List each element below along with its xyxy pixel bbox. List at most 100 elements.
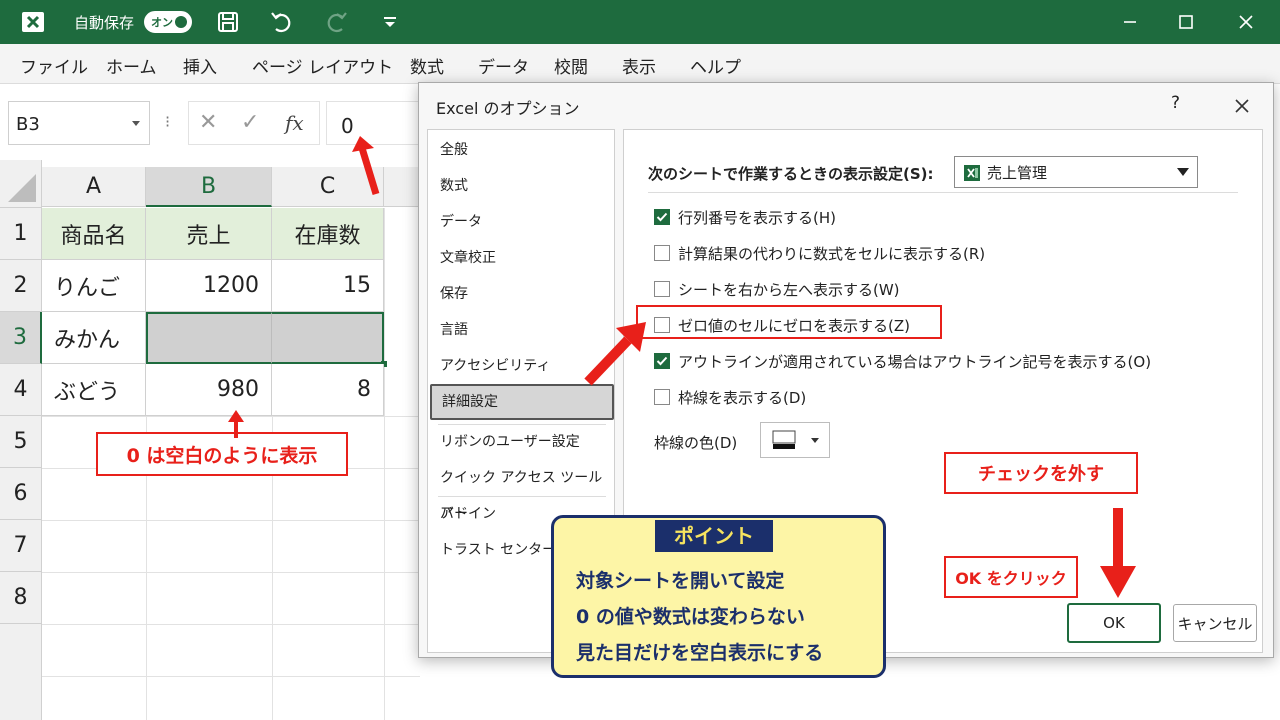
- select-all-corner[interactable]: [0, 160, 42, 208]
- autosave-toggle-label: オン: [151, 16, 173, 29]
- cell-a3[interactable]: みかん: [42, 312, 146, 364]
- point-line-1: 対象シートを開いて設定: [576, 570, 785, 592]
- point-card: ポイント 対象シートを開いて設定 0 の値や数式は変わらない 見た目だけを空白表…: [551, 515, 886, 678]
- select-all-icon: [8, 174, 36, 202]
- chevron-down-icon: [1177, 168, 1189, 176]
- tab-page-layout[interactable]: ページ レイアウト: [252, 53, 393, 78]
- undo-icon[interactable]: [268, 8, 296, 36]
- cell-c2[interactable]: 15: [272, 260, 384, 312]
- cell-b3[interactable]: [146, 312, 272, 364]
- close-icon[interactable]: [1229, 93, 1255, 119]
- cell-c3[interactable]: [272, 312, 384, 364]
- option-label: 行列番号を表示する(H): [678, 208, 836, 227]
- option-right-to-left[interactable]: シートを右から左へ表示する(W): [654, 278, 900, 300]
- gridline-color-picker[interactable]: [760, 422, 830, 458]
- row-header-6[interactable]: 6: [0, 468, 42, 520]
- arrow-up-right-icon: [584, 322, 646, 386]
- formula-buttons: ✕ ✓ fx: [188, 101, 320, 145]
- column-header-a[interactable]: A: [42, 167, 146, 207]
- arrow-down-icon: [1100, 508, 1136, 598]
- checkbox-unchecked-icon[interactable]: [654, 281, 670, 297]
- enter-entry-icon[interactable]: ✓: [241, 110, 259, 135]
- option-label: 枠線を表示する(D): [678, 388, 807, 407]
- category-quick-access-toolbar[interactable]: クイック アクセス ツール バー: [428, 460, 614, 522]
- row-header-blank: [0, 624, 42, 720]
- sheet-display-label: 次のシートで作業するときの表示設定(S):: [648, 165, 934, 183]
- close-window-button[interactable]: [1226, 6, 1266, 38]
- tab-data[interactable]: データ: [478, 53, 529, 78]
- ribbon-tabs: ファイル ホーム 挿入 ページ レイアウト 数式 データ 校閲 表示 ヘルプ: [0, 44, 1280, 84]
- category-data[interactable]: データ: [428, 204, 614, 240]
- cell-c4[interactable]: 8: [272, 364, 384, 416]
- cell-a4[interactable]: ぶどう: [42, 364, 146, 416]
- row-header-1[interactable]: 1: [0, 208, 42, 260]
- annotation-uncheck: チェックを外す: [944, 452, 1138, 494]
- option-show-gridlines[interactable]: 枠線を表示する(D): [654, 386, 806, 408]
- tab-help[interactable]: ヘルプ: [690, 53, 741, 78]
- quick-access-dropdown-icon[interactable]: [376, 8, 404, 36]
- category-customize-ribbon[interactable]: リボンのユーザー設定: [428, 424, 614, 460]
- category-general[interactable]: 全般: [428, 132, 614, 168]
- category-formulas[interactable]: 数式: [428, 168, 614, 204]
- row-header-7[interactable]: 7: [0, 520, 42, 572]
- cell-c1[interactable]: 在庫数: [272, 208, 384, 260]
- cancel-button[interactable]: キャンセル: [1173, 604, 1257, 642]
- option-show-outline-symbols[interactable]: アウトラインが適用されている場合はアウトライン記号を表示する(O): [654, 350, 1151, 372]
- cell-a1[interactable]: 商品名: [42, 208, 146, 260]
- cell-b2[interactable]: 1200: [146, 260, 272, 312]
- excel-sheet-icon: [964, 165, 980, 181]
- row-header-5[interactable]: 5: [0, 416, 42, 468]
- redo-icon[interactable]: [322, 8, 350, 36]
- cell-a2[interactable]: りんご: [42, 260, 146, 312]
- tab-view[interactable]: 表示: [622, 53, 656, 78]
- point-line-3: 見た目だけを空白表示にする: [576, 642, 824, 664]
- chevron-down-icon: [132, 121, 140, 126]
- title-bar: 自動保存 オン: [0, 0, 1280, 44]
- row-header-4[interactable]: 4: [0, 364, 42, 416]
- checkbox-unchecked-icon[interactable]: [654, 389, 670, 405]
- zero-option-highlight: [636, 305, 942, 339]
- tab-file[interactable]: ファイル: [20, 53, 88, 78]
- save-icon[interactable]: [214, 8, 242, 36]
- row-header-3[interactable]: 3: [0, 312, 42, 364]
- gridline-color-label: 枠線の色(D): [654, 434, 738, 452]
- row-header-8[interactable]: 8: [0, 572, 42, 624]
- color-swatch-icon: [772, 430, 819, 449]
- maximize-button[interactable]: [1166, 6, 1206, 38]
- column-header-b[interactable]: B: [146, 167, 272, 207]
- option-show-formulas[interactable]: 計算結果の代わりに数式をセルに表示する(R): [654, 242, 985, 264]
- category-save[interactable]: 保存: [428, 276, 614, 312]
- annotation-click-ok: OK をクリック: [944, 556, 1078, 598]
- tab-insert[interactable]: 挿入: [183, 53, 217, 78]
- formula-bar-separator: ⁝: [165, 112, 171, 131]
- ok-button[interactable]: OK: [1067, 603, 1161, 643]
- name-box[interactable]: B3: [8, 101, 150, 145]
- category-proofing[interactable]: 文章校正: [428, 240, 614, 276]
- insert-function-icon[interactable]: fx: [285, 111, 304, 135]
- row-header-2[interactable]: 2: [0, 260, 42, 312]
- help-button[interactable]: ?: [1171, 93, 1180, 113]
- minimize-button[interactable]: [1110, 6, 1150, 38]
- autosave-toggle[interactable]: オン: [144, 11, 192, 33]
- close-icon: [1239, 15, 1253, 29]
- cancel-entry-icon[interactable]: ✕: [199, 110, 217, 135]
- name-box-value: B3: [16, 114, 40, 135]
- autosave-label: 自動保存: [74, 14, 135, 32]
- dialog-title: Excel のオプション: [436, 99, 580, 118]
- category-advanced[interactable]: 詳細設定: [430, 384, 614, 420]
- tab-formulas[interactable]: 数式: [410, 53, 444, 78]
- checkbox-checked-icon[interactable]: [654, 353, 670, 369]
- tab-review[interactable]: 校閲: [554, 53, 588, 78]
- sheet-select[interactable]: 売上管理: [954, 156, 1198, 188]
- annotation-blank-display: 0 は空白のように表示: [96, 432, 348, 476]
- checkbox-unchecked-icon[interactable]: [654, 245, 670, 261]
- cell-b4[interactable]: 980: [146, 364, 272, 416]
- option-label: 計算結果の代わりに数式をセルに表示する(R): [678, 244, 986, 263]
- option-show-headers[interactable]: 行列番号を表示する(H): [654, 206, 836, 228]
- tab-home[interactable]: ホーム: [106, 53, 157, 78]
- checkbox-checked-icon[interactable]: [654, 209, 670, 225]
- sheet-select-value: 売上管理: [987, 164, 1048, 182]
- option-label: シートを右から左へ表示する(W): [678, 280, 900, 299]
- toggle-knob: [175, 16, 187, 28]
- cell-b1[interactable]: 売上: [146, 208, 272, 260]
